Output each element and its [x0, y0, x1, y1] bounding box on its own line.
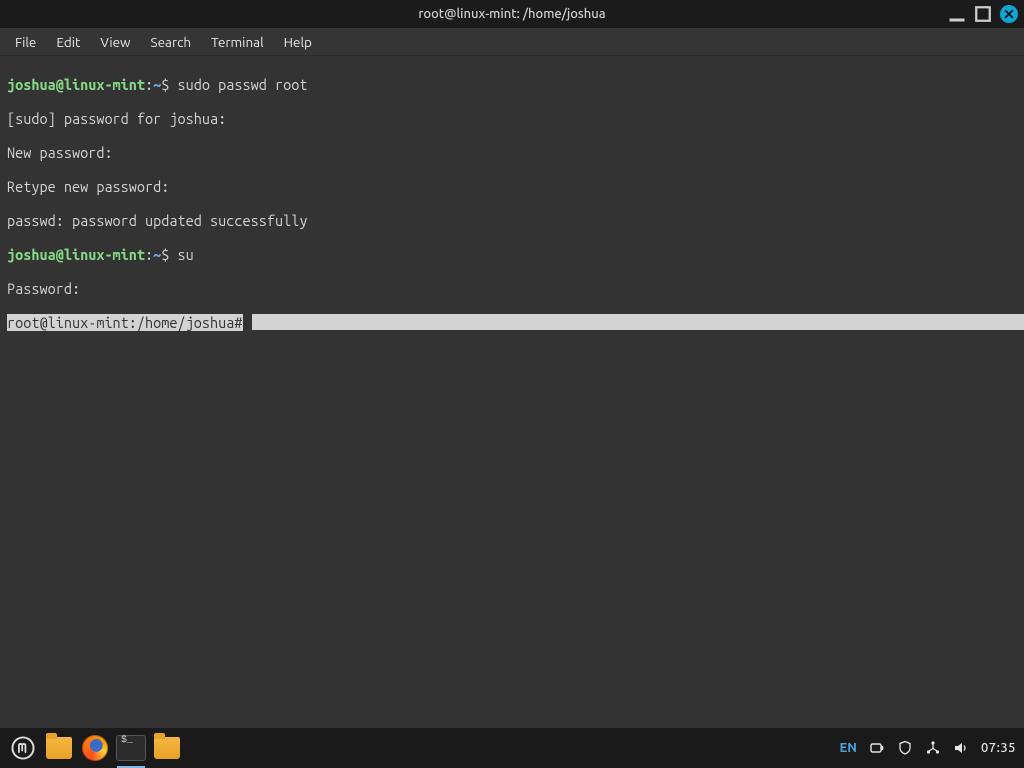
terminal-line: Retype new password:: [7, 178, 1017, 195]
security-tray[interactable]: [897, 740, 913, 756]
menu-search[interactable]: Search: [142, 31, 201, 53]
maximize-button[interactable]: [974, 5, 992, 23]
terminal-body[interactable]: joshua@linux-mint:~$ sudo passwd root [s…: [0, 56, 1024, 728]
terminal-task-item[interactable]: [114, 731, 148, 765]
close-icon: [1004, 9, 1014, 19]
titlebar[interactable]: root@linux-mint: /home/joshua: [0, 0, 1024, 28]
network-icon: [925, 740, 941, 756]
prompt-user: joshua@linux-mint: [7, 76, 145, 93]
close-button[interactable]: [1000, 5, 1018, 23]
taskbar-right: EN 07:35: [840, 728, 1024, 768]
minimize-button[interactable]: [948, 5, 966, 23]
firefox-icon: [82, 735, 108, 761]
firefox-launcher[interactable]: [78, 731, 112, 765]
terminal-window: root@linux-mint: /home/joshua File Edit …: [0, 0, 1024, 728]
terminal-line: joshua@linux-mint:~$ sudo passwd root: [7, 76, 1017, 93]
prompt-symbol: $: [161, 76, 177, 93]
window-controls: [948, 0, 1018, 28]
battery-icon: [869, 740, 885, 756]
mint-logo-icon: [9, 734, 37, 762]
prompt-sep: :: [145, 246, 153, 263]
command-text: su: [178, 246, 194, 263]
terminal-line: passwd: password updated successfully: [7, 212, 1017, 229]
shield-icon: [897, 740, 913, 756]
command-text: sudo passwd root: [178, 76, 308, 93]
clock[interactable]: 07:35: [981, 741, 1016, 755]
volume-icon: [953, 740, 969, 756]
network-tray[interactable]: [925, 740, 941, 756]
terminal-line: [sudo] password for joshua:: [7, 110, 1017, 127]
root-prompt: root@linux-mint:/home/joshua#: [7, 314, 243, 331]
menu-view[interactable]: View: [91, 31, 139, 53]
prompt-user: joshua@linux-mint: [7, 246, 145, 263]
menu-terminal[interactable]: Terminal: [202, 31, 273, 53]
start-menu-button[interactable]: [6, 731, 40, 765]
prompt-space: [243, 314, 251, 331]
prompt-symbol: $: [161, 246, 177, 263]
show-desktop-button[interactable]: [42, 731, 76, 765]
root-prompt-line: root@linux-mint:/home/joshua#: [7, 314, 1017, 331]
menu-edit[interactable]: Edit: [47, 31, 89, 53]
menu-file[interactable]: File: [6, 31, 45, 53]
maximize-icon: [974, 5, 992, 23]
terminal-icon: [116, 735, 146, 761]
menubar: File Edit View Search Terminal Help: [0, 28, 1024, 56]
folder-icon: [46, 737, 72, 759]
sound-tray[interactable]: [953, 740, 969, 756]
files-launcher[interactable]: [150, 731, 184, 765]
taskbar-left: [0, 728, 184, 768]
menu-help[interactable]: Help: [275, 31, 321, 53]
terminal-line: Password:: [7, 280, 1017, 297]
window-title: root@linux-mint: /home/joshua: [0, 7, 1024, 21]
terminal-line: joshua@linux-mint:~$ su: [7, 246, 1017, 263]
terminal-line: New password:: [7, 144, 1017, 161]
keyboard-layout-indicator[interactable]: EN: [840, 741, 857, 755]
taskbar: EN 07:35: [0, 728, 1024, 768]
folder-icon: [154, 737, 180, 759]
battery-tray[interactable]: [869, 740, 885, 756]
minimize-icon: [948, 5, 966, 23]
cursor-line-fill: [252, 314, 1024, 330]
prompt-sep: :: [145, 76, 153, 93]
